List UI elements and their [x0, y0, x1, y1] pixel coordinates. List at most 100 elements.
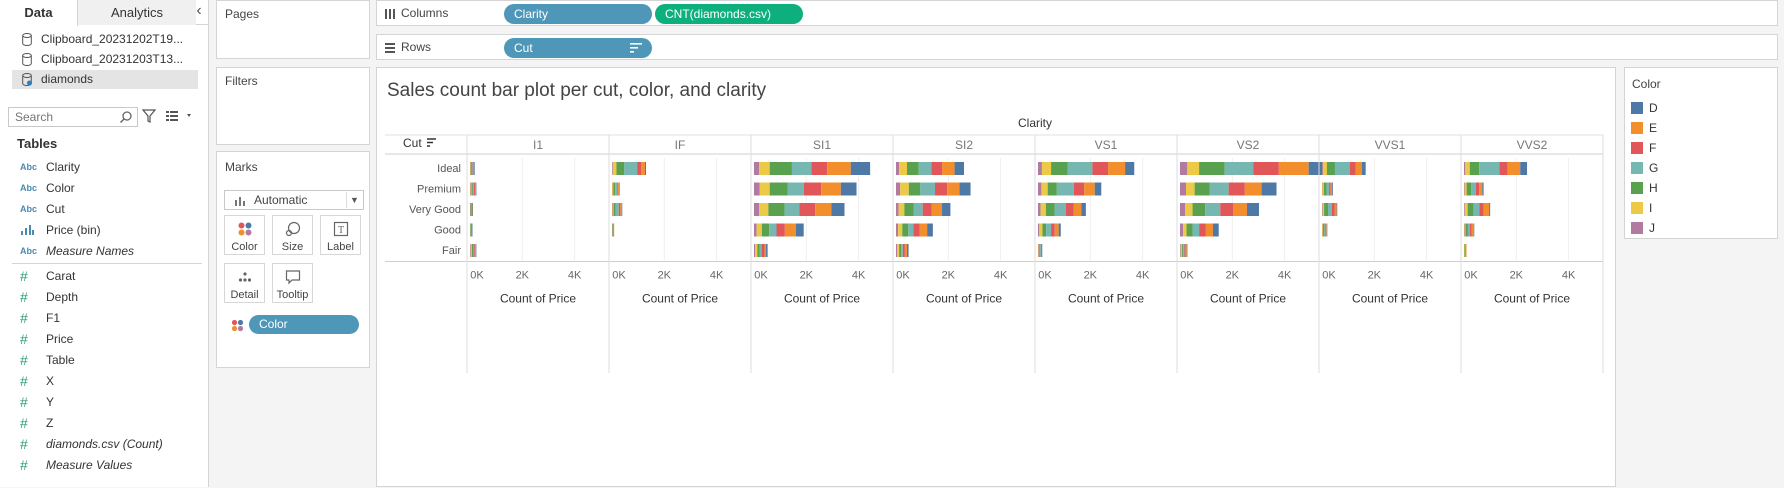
search-field[interactable] [8, 107, 138, 127]
bar-segment-H [768, 203, 785, 216]
bar-segment-I [1187, 162, 1200, 175]
marks-color-button[interactable]: Color [224, 215, 265, 255]
marks-tooltip-button[interactable]: Tooltip [272, 263, 313, 303]
view-options-icon[interactable] [165, 109, 195, 123]
bar-segment-E [1278, 162, 1309, 175]
bar-segment-I [470, 182, 472, 196]
collapse-pane-button[interactable]: ‹ [192, 3, 206, 21]
bar-segment-H [908, 182, 921, 196]
bar-segment-I [1464, 223, 1466, 237]
bar-segment-G [1467, 223, 1471, 237]
filters-card[interactable]: Filters [216, 67, 370, 145]
bar-segment-D [959, 182, 971, 196]
bar-segment-H [471, 244, 474, 257]
rows-icon [385, 43, 395, 53]
field-depth[interactable]: # Depth [18, 287, 203, 307]
rows-shelf[interactable]: Rows Cut [376, 34, 1778, 60]
field-x[interactable]: # X [18, 371, 203, 391]
database-icon [22, 53, 32, 66]
column-label: SI2 [955, 138, 973, 152]
bar-segment-G [471, 162, 473, 175]
bar-segment-F [472, 162, 474, 175]
x-tick-label: 2K [1084, 270, 1098, 282]
bar-segment-J [1038, 182, 1042, 196]
bar-segment-F [1329, 182, 1331, 196]
datasource-item[interactable]: Clipboard_20231203T13... [12, 50, 198, 69]
field-price[interactable]: # Price [18, 329, 203, 349]
color-pill[interactable]: Color [249, 315, 359, 334]
bar-segment-H [904, 203, 914, 216]
x-tick-label: 0K [1322, 270, 1336, 282]
bar-segment-G [784, 203, 800, 216]
bar-segment-J [612, 162, 613, 175]
datasource-item[interactable]: Clipboard_20231202T19... [12, 30, 198, 49]
bar-segment-G [1183, 244, 1185, 257]
bar-segment-D [831, 203, 845, 216]
bar-segment-D [1041, 244, 1043, 257]
field-measure-values[interactable]: # Measure Values [18, 455, 203, 475]
bar-segment-E [1479, 182, 1483, 196]
marks-label-button[interactable]: T Label [320, 215, 361, 255]
columns-shelf[interactable]: Columns Clarity CNT(diamonds.csv) [376, 0, 1778, 26]
number-type-icon: # [20, 268, 28, 284]
datasource-item-selected[interactable]: diamonds [12, 70, 198, 89]
bar-segment-F [1499, 162, 1508, 175]
bar-segment-E [1073, 203, 1082, 216]
cut-pill[interactable]: Cut [504, 38, 652, 58]
bar-segment-I [900, 182, 909, 196]
bar-segment-D [475, 182, 477, 196]
marks-size-button[interactable]: Size [272, 215, 313, 255]
bar-segment-D [927, 223, 933, 237]
bar-segment-D [474, 162, 475, 175]
bar-segment-I [1465, 162, 1470, 175]
tab-data[interactable]: Data [0, 0, 78, 26]
clarity-pill[interactable]: Clarity [504, 4, 652, 24]
bar-segment-I [899, 162, 907, 175]
marks-detail-button[interactable]: Detail [224, 263, 265, 303]
search-input[interactable] [9, 108, 109, 126]
bar-segment-I [1039, 223, 1043, 237]
filter-icon[interactable] [142, 109, 156, 123]
column-label: VVS1 [1375, 138, 1406, 152]
bar-segment-D [1332, 182, 1333, 196]
bar-segment-D [1058, 223, 1061, 237]
bar-segment-H [1465, 223, 1468, 237]
field-clarity[interactable]: Abc Clarity [18, 157, 203, 177]
field-cut[interactable]: Abc Cut [18, 199, 203, 219]
bar-segment-F [1073, 182, 1085, 196]
pages-card[interactable]: Pages [216, 0, 370, 59]
field-color[interactable]: Abc Color [18, 178, 203, 198]
bar-segment-H [470, 223, 471, 237]
bar-segment-I [759, 182, 770, 196]
bar-segment-J [896, 182, 901, 196]
field-diamonds-count[interactable]: # diamonds.csv (Count) [18, 434, 203, 454]
bar-segment-G [472, 182, 474, 196]
x-tick-label: 0K [754, 270, 768, 282]
bar-segment-J [470, 182, 471, 196]
bar-segment-D [471, 223, 473, 237]
bar-chart: Clarity Cut Ideal Premium Very Good Good Fair I… [385, 116, 1604, 373]
field-y[interactable]: # Y [18, 392, 203, 412]
field-carat[interactable]: # Carat [18, 266, 203, 286]
bar-segment-H [902, 223, 909, 237]
field-table[interactable]: # Table [18, 350, 203, 370]
bar-segment-I [612, 162, 617, 175]
bar-segment-G [1054, 203, 1066, 216]
bar-segment-G [473, 244, 475, 257]
bar-segment-E [827, 162, 851, 175]
bar-segment-G [612, 223, 614, 237]
bar-segment-E [784, 223, 796, 237]
sort-icon [427, 138, 436, 147]
count-pill[interactable]: CNT(diamonds.csv) [655, 4, 803, 24]
tab-analytics[interactable]: Analytics [78, 0, 196, 25]
legend-swatch [1631, 142, 1643, 154]
mark-type-dropdown[interactable]: Automatic ▼ [224, 190, 364, 210]
bar-segment-H [616, 162, 625, 175]
number-type-icon: # [20, 415, 28, 431]
field-z[interactable]: # Z [18, 413, 203, 433]
field-f1[interactable]: # F1 [18, 308, 203, 328]
field-measure-names[interactable]: Abc Measure Names [18, 241, 203, 261]
column-label: VS1 [1095, 138, 1118, 152]
field-price-bin[interactable]: Price (bin) [18, 220, 203, 240]
bar-segment-D [1246, 203, 1259, 216]
